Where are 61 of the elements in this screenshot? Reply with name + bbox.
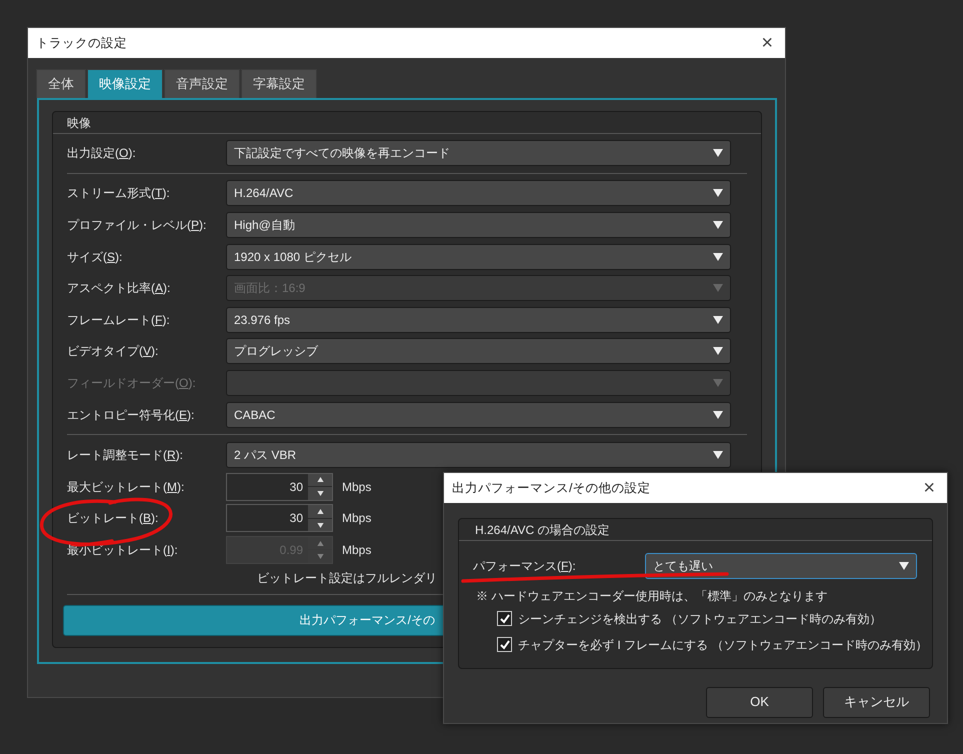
dropdown[interactable]: プログレッシブ xyxy=(226,338,731,364)
dropdown[interactable]: 23.976 fps xyxy=(226,306,731,333)
field-label: ビットレート(B): xyxy=(66,510,160,528)
unit-label: Mbps xyxy=(342,542,372,559)
field-label: フレームレート(F): xyxy=(66,312,171,329)
caret-icon xyxy=(713,284,723,292)
dropdown[interactable]: CABAC xyxy=(226,402,731,428)
caret-icon xyxy=(899,562,909,570)
caret-icon xyxy=(713,410,723,419)
checkbox[interactable] xyxy=(497,637,512,652)
down-arrow-icon xyxy=(316,522,324,528)
field-label: エントロピー符号化(E): xyxy=(66,406,196,424)
field-label: パフォーマンス(F): xyxy=(472,558,577,575)
tab[interactable]: 映像設定 xyxy=(87,69,163,98)
dropdown[interactable]: 下記設定ですべての映像を再エンコード xyxy=(226,140,731,166)
caret-icon xyxy=(713,316,723,324)
field-label: ビデオタイプ(V): xyxy=(66,343,160,360)
group-title: 映像 xyxy=(67,114,91,132)
dropdown[interactable]: 2 パス VBR xyxy=(226,442,731,468)
down-arrow-icon xyxy=(316,554,324,560)
unit-label: Mbps xyxy=(342,510,372,528)
field-label: 最大ビットレート(M): xyxy=(66,478,186,496)
caret-icon xyxy=(713,189,723,198)
checkbox[interactable] xyxy=(497,611,512,626)
checkbox-label: チャプターを必ず I フレームにする （ソフトウェアエンコード時のみ有効） xyxy=(518,636,928,654)
spin-box[interactable]: 30 xyxy=(226,472,333,501)
up-arrow-icon xyxy=(316,477,324,482)
field-label: プロファイル・レベル(P): xyxy=(66,216,208,234)
up-arrow-icon xyxy=(316,540,324,546)
field-label: ストリーム形式(T): xyxy=(66,185,171,202)
dialog-button[interactable]: OK xyxy=(706,686,813,718)
dropdown[interactable]: H.264/AVC xyxy=(226,180,731,206)
tab[interactable]: 字幕設定 xyxy=(241,69,317,98)
field-label: フィールドオーダー(O): xyxy=(66,374,197,392)
close-button[interactable]: × xyxy=(755,33,779,53)
window-title: 出力パフォーマンス/その他の設定 xyxy=(452,480,650,497)
caret-icon xyxy=(713,347,723,356)
note-text: ※ ハードウェアエンコーダー使用時は、「標準」のみとなります xyxy=(476,588,828,605)
field-label: レート調整モード(R): xyxy=(66,447,184,464)
dropdown[interactable]: High@自動 xyxy=(226,212,731,238)
tab[interactable]: 全体 xyxy=(36,69,86,98)
spin-box[interactable]: 30 xyxy=(226,504,333,532)
unit-label: Mbps xyxy=(342,478,372,496)
field-label: アスペクト比率(A): xyxy=(66,280,172,298)
caret-icon xyxy=(713,252,723,261)
up-arrow-icon xyxy=(316,509,324,514)
field-label: サイズ(S): xyxy=(66,248,124,266)
dropdown[interactable]: 1920 x 1080 ピクセル xyxy=(226,244,731,270)
tab[interactable]: 音声設定 xyxy=(164,69,240,98)
caret-icon xyxy=(713,148,723,157)
caret-icon xyxy=(713,451,723,460)
caret-icon xyxy=(713,220,723,229)
note-text: ビットレート設定はフルレンダリ xyxy=(257,570,437,587)
field-label: 出力設定(O): xyxy=(66,144,137,162)
window-title: トラックの設定 xyxy=(36,34,127,52)
close-button[interactable]: × xyxy=(917,478,941,498)
down-arrow-icon xyxy=(316,490,324,496)
dialog-button[interactable]: キャンセル xyxy=(823,686,930,718)
group-title: H.264/AVC の場合の設定 xyxy=(475,522,610,538)
dropdown[interactable]: とても遅い xyxy=(645,552,917,579)
caret-icon xyxy=(713,378,723,387)
